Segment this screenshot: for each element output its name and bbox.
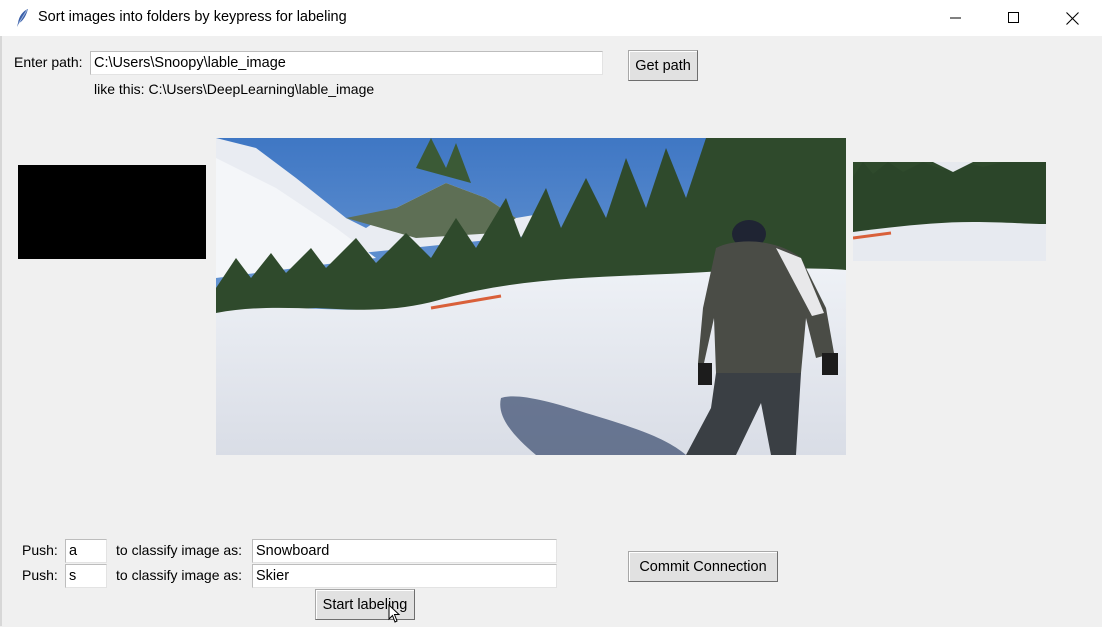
key-input-1[interactable]: a: [65, 539, 107, 563]
close-icon: [1065, 11, 1079, 25]
snowboarder-photo: [216, 138, 846, 455]
path-label: Enter path:: [14, 54, 83, 70]
classify-label-2: to classify image as:: [116, 567, 243, 583]
next-image: [853, 162, 1046, 261]
feather-icon: [14, 8, 32, 28]
minimize-icon: [950, 17, 961, 19]
get-path-button[interactable]: Get path: [628, 50, 698, 81]
path-input[interactable]: C:\Users\Snoopy\lable_image: [90, 51, 603, 75]
window-title: Sort images into folders by keypress for…: [38, 9, 347, 25]
class-name-input-1[interactable]: Snowboard: [252, 539, 557, 563]
window-frame: [0, 36, 2, 626]
classify-label-1: to classify image as:: [116, 542, 243, 558]
ski-slope-thumbnail: [853, 162, 1046, 261]
path-hint: like this: C:\Users\DeepLearning\lable_i…: [94, 81, 375, 97]
maximize-icon: [1008, 12, 1019, 23]
push-label-2: Push:: [22, 567, 58, 583]
previous-image: [18, 165, 206, 259]
title-bar: Sort images into folders by keypress for…: [0, 0, 1102, 36]
class-name-input-2[interactable]: Skier: [252, 564, 557, 588]
key-input-2[interactable]: s: [65, 564, 107, 588]
commit-connection-button[interactable]: Commit Connection: [628, 551, 778, 582]
close-button[interactable]: [1043, 0, 1101, 36]
push-label-1: Push:: [22, 542, 58, 558]
maximize-button[interactable]: [985, 0, 1043, 36]
mouse-cursor-icon: [388, 603, 402, 624]
minimize-button[interactable]: [927, 0, 985, 36]
current-image: [216, 138, 846, 455]
